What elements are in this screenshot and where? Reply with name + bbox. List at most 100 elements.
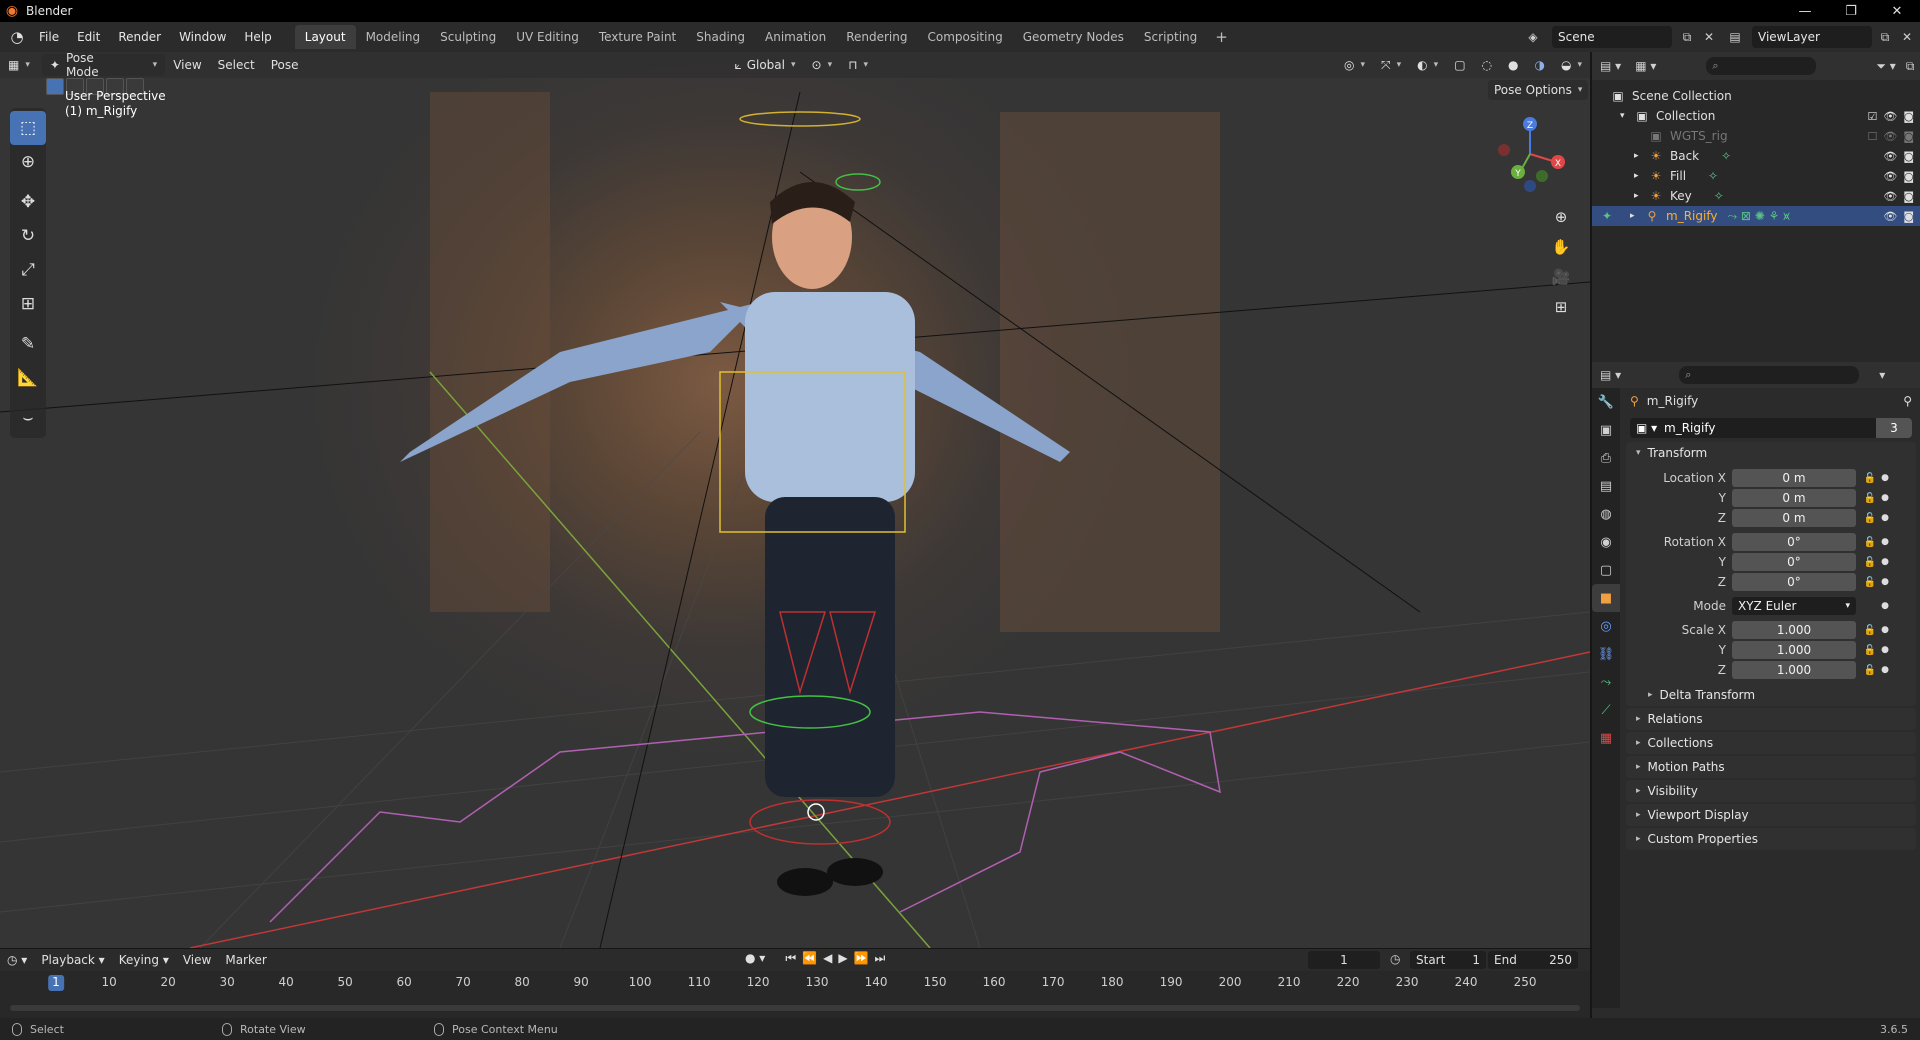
camera-icon[interactable]: ◙ (1903, 110, 1914, 123)
keyframe-dot-icon[interactable]: ● (1880, 625, 1890, 635)
zoom-view-icon[interactable]: ⊕ (1548, 204, 1574, 230)
view-layer-browse-icon[interactable]: ▤ (1724, 26, 1746, 48)
world-tab-icon[interactable]: ◉ (1592, 528, 1620, 556)
users-count[interactable]: 3 (1876, 418, 1912, 438)
rotation-mode-dropdown[interactable]: XYZ Euler ▾ (1732, 597, 1856, 615)
tab-layout[interactable]: Layout (294, 25, 356, 49)
tab-geometry-nodes[interactable]: Geometry Nodes (1013, 25, 1134, 49)
camera-icon[interactable]: ◙ (1903, 150, 1914, 163)
select-new-icon[interactable] (46, 78, 64, 95)
scale-tool-icon[interactable]: ⤢ (10, 253, 46, 287)
rotation-x-field[interactable]: 0° (1732, 533, 1856, 551)
eye-icon[interactable]: 👁 (1883, 110, 1897, 123)
close-icon[interactable]: ✕ (1874, 0, 1920, 22)
lock-icon[interactable]: 🔓 (1860, 473, 1880, 484)
texture-tab-icon[interactable]: ▦ (1592, 724, 1620, 752)
new-scene-icon[interactable]: ⧉ (1676, 26, 1698, 48)
scene-tab-icon[interactable]: ◍ (1592, 500, 1620, 528)
constraints-tab-icon[interactable]: ⛓ (1592, 640, 1620, 668)
rotation-z-field[interactable]: 0° (1732, 573, 1856, 591)
keyframe-dot-icon[interactable]: ● (1880, 493, 1890, 503)
delete-view-layer-icon[interactable]: ✕ (1896, 26, 1918, 48)
menu-file[interactable]: File (30, 25, 68, 49)
expand-chevron-icon[interactable]: ▾ (1620, 111, 1634, 121)
tab-rendering[interactable]: Rendering (836, 25, 917, 49)
lock-icon[interactable]: 🔓 (1860, 665, 1880, 676)
camera-icon[interactable]: ◙ (1903, 210, 1914, 223)
eye-icon[interactable]: 👁 (1883, 190, 1897, 203)
pose-mode-indicator-icon[interactable]: ✦ (1602, 209, 1630, 223)
scale-x-field[interactable]: 1.000 (1732, 621, 1856, 639)
delete-scene-icon[interactable]: ✕ (1698, 26, 1720, 48)
armature-data-tab-icon[interactable]: ⤳ (1592, 668, 1620, 696)
current-frame-field[interactable]: 1 (1308, 951, 1380, 969)
lock-icon[interactable]: 🔓 (1860, 625, 1880, 636)
motion-paths-panel[interactable]: ▸ Motion Paths (1626, 756, 1916, 778)
object-name-field[interactable]: ▣ ▾ m_Rigify 3 (1630, 418, 1912, 438)
outliner-row-fill[interactable]: ▸ ☀ Fill ✧ 👁 ◙ (1592, 166, 1920, 186)
object-tab-icon[interactable]: ■ (1592, 584, 1620, 612)
minimize-icon[interactable]: — (1782, 0, 1828, 22)
menu-pose[interactable]: Pose (263, 54, 307, 76)
outliner-row-back[interactable]: ▸ ☀ Back ✧ 👁 ◙ (1592, 146, 1920, 166)
viewport-display-panel-header[interactable]: ▸ Viewport Display (1626, 804, 1916, 826)
outliner-row-collection[interactable]: ▾ ▣ Collection ☑ 👁 ◙ (1592, 106, 1920, 126)
blender-menu-icon[interactable]: ◔ (4, 25, 30, 49)
lock-icon[interactable]: 🔓 (1860, 645, 1880, 656)
tab-modeling[interactable]: Modeling (356, 25, 431, 49)
exclude-checkbox[interactable]: ☑ (1867, 110, 1877, 123)
tab-animation[interactable]: Animation (755, 25, 836, 49)
menu-marker[interactable]: Marker (218, 953, 273, 967)
camera-icon[interactable]: ◙ (1903, 130, 1914, 143)
expand-chevron-icon[interactable]: ▸ (1630, 211, 1644, 221)
tab-texture-paint[interactable]: Texture Paint (589, 25, 686, 49)
visibility-panel-header[interactable]: ▸ Visibility (1626, 780, 1916, 802)
prev-keyframe-icon[interactable]: ⏪ (802, 951, 817, 966)
viewport-display-panel[interactable]: ▸ Viewport Display (1626, 804, 1916, 826)
eye-icon[interactable]: 👁 (1883, 150, 1897, 163)
editor-type-icon[interactable]: ▦ ▾ (0, 54, 38, 76)
auto-keying-icon[interactable]: ● ▾ (745, 951, 765, 966)
camera-view-icon[interactable]: 🎥 (1548, 264, 1574, 290)
snap-icon[interactable]: ⊓ ▾ (840, 54, 876, 76)
timeline-ruler[interactable]: 1 10 20 30 40 50 60 70 80 90 100 110 120 130 140 150 16… (0, 973, 1590, 993)
menu-playback[interactable]: Playback ▾ (34, 953, 111, 967)
cursor-tool-icon[interactable]: ⊕ (10, 145, 46, 179)
tab-compositing[interactable]: Compositing (917, 25, 1012, 49)
relations-panel[interactable]: ▸ Relations (1626, 708, 1916, 730)
location-x-field[interactable]: 0 m (1732, 469, 1856, 487)
rotation-y-field[interactable]: 0° (1732, 553, 1856, 571)
pin-icon[interactable]: ⚲ (1903, 394, 1912, 408)
keyframe-dot-icon[interactable]: ● (1880, 473, 1890, 483)
tab-sculpting[interactable]: Sculpting (430, 25, 506, 49)
menu-edit[interactable]: Edit (68, 25, 109, 49)
camera-icon[interactable]: ◙ (1903, 170, 1914, 183)
menu-timeline-view[interactable]: View (176, 953, 218, 967)
lock-icon[interactable]: 🔓 (1860, 577, 1880, 588)
outliner-row-wgts-rig[interactable]: ▣ WGTS_rig ☐ 👁 ◙ (1592, 126, 1920, 146)
gizmo-toggle-icon[interactable]: ⤧ ▾ (1373, 54, 1409, 76)
lock-icon[interactable]: 🔓 (1860, 557, 1880, 568)
keyframe-dot-icon[interactable]: ● (1880, 645, 1890, 655)
outliner-editor-icon[interactable]: ▤ ▾ (1600, 59, 1621, 73)
display-mode-icon[interactable]: ▦ ▾ (1635, 59, 1656, 73)
object-browse-icon[interactable]: ▣ ▾ (1636, 421, 1657, 435)
eye-icon[interactable]: 👁 (1883, 130, 1897, 143)
scene-browse-icon[interactable]: ◈ (1522, 26, 1544, 48)
camera-icon[interactable]: ◙ (1903, 190, 1914, 203)
new-collection-icon[interactable]: ⧉ (1906, 59, 1915, 74)
pose-options-dropdown[interactable]: Pose Options ▾ (1488, 80, 1589, 100)
outliner-row-m-rigify[interactable]: ✦ ▸ ⚲ m_Rigify ⤳ ⊠ ✺ ⚘ ⩙ 👁 ◙ (1592, 206, 1920, 226)
lock-icon[interactable]: 🔓 (1860, 537, 1880, 548)
scene-selector[interactable]: Scene (1552, 26, 1672, 48)
xray-icon[interactable]: ▢ (1446, 54, 1473, 76)
collection-tab-icon[interactable]: ▢ (1592, 556, 1620, 584)
playhead-frame[interactable]: 1 (48, 975, 64, 991)
transform-panel-header[interactable]: ▾ Transform (1626, 442, 1916, 464)
pan-view-icon[interactable]: ✋ (1548, 234, 1574, 260)
menu-render[interactable]: Render (109, 25, 170, 49)
view-layer-tab-icon[interactable]: ▤ (1592, 472, 1620, 500)
keyframe-dot-icon[interactable]: ● (1880, 513, 1890, 523)
outliner-row-scene-collection[interactable]: ▣ Scene Collection (1592, 86, 1920, 106)
wireframe-shading-icon[interactable]: ◌ (1474, 54, 1500, 76)
